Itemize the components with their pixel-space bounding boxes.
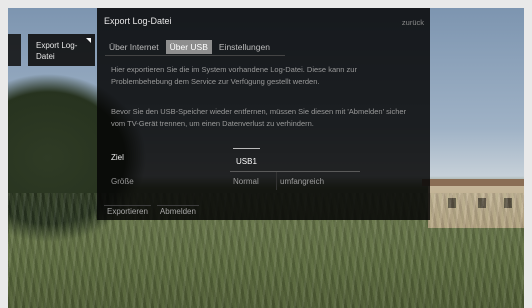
export-log-dialog: Export Log-Datei zurück Über Internet Üb…: [97, 8, 430, 220]
description-text: Hier exportieren Sie die im System vorha…: [111, 65, 357, 86]
menu-item-label: Export Log-Datei: [36, 41, 78, 61]
tab-divider: [105, 55, 285, 56]
export-button[interactable]: Exportieren: [104, 205, 151, 217]
menu-back-tile[interactable]: [8, 34, 21, 66]
dialog-title: Export Log-Datei: [104, 16, 172, 26]
size-option-extended[interactable]: umfangreich: [280, 177, 324, 186]
target-value[interactable]: USB1: [236, 157, 257, 166]
size-option-normal[interactable]: Normal: [233, 177, 259, 186]
action-bar: Exportieren Abmelden: [104, 205, 205, 217]
corner-marker-icon: [86, 38, 91, 43]
size-label: Größe: [111, 177, 134, 186]
target-label: Ziel: [111, 153, 124, 162]
tab-settings[interactable]: Einstellungen: [215, 40, 274, 54]
background-house: [422, 179, 524, 228]
back-link[interactable]: zurück: [402, 18, 424, 27]
unmount-button[interactable]: Abmelden: [156, 205, 199, 217]
target-focus-line: [233, 148, 260, 149]
tab-bar: Über Internet Über USB Einstellungen: [105, 40, 277, 54]
tab-usb[interactable]: Über USB: [165, 40, 212, 54]
menu-item-export-log[interactable]: Export Log-Datei: [28, 34, 95, 66]
size-separator: [276, 172, 277, 190]
tab-internet[interactable]: Über Internet: [105, 40, 163, 54]
warning-text: Bevor Sie den USB-Speicher wieder entfer…: [111, 107, 407, 128]
field-divider: [230, 171, 360, 172]
